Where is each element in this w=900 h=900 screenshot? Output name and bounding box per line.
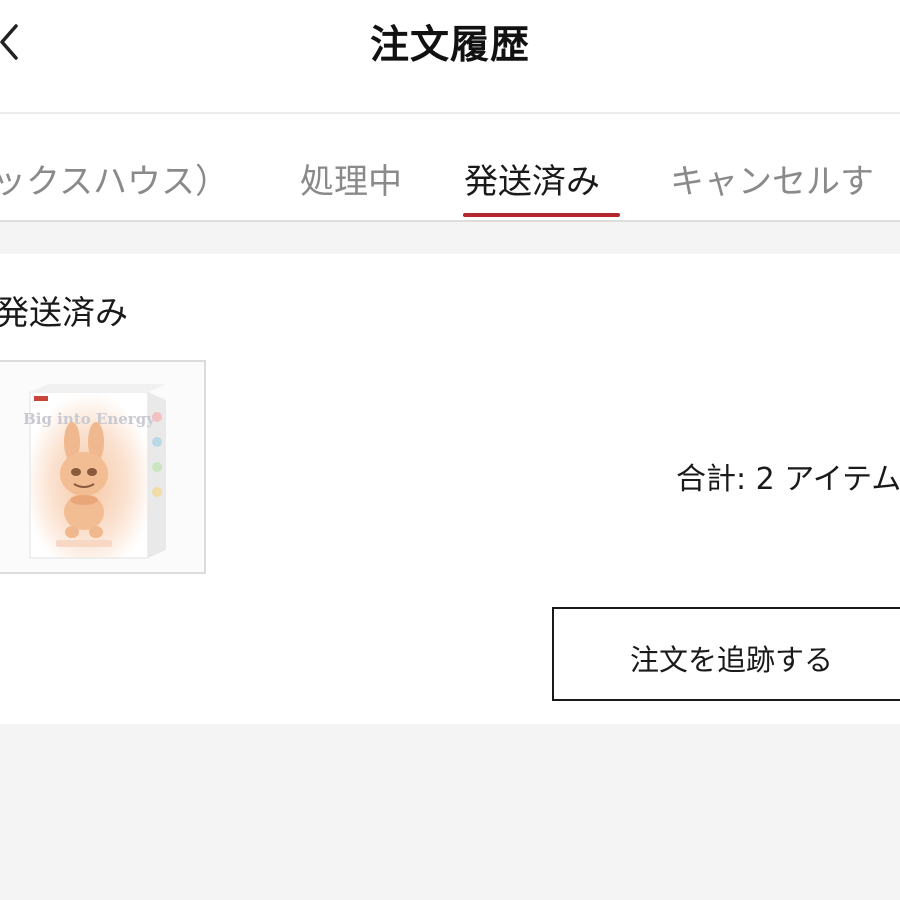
active-tab-indicator: [463, 213, 620, 217]
order-total: 合計: 2 アイテム: [676, 462, 900, 497]
status-tabs: ックスハウス） 処理中 発送済み キャンセルす: [0, 114, 900, 222]
order-status: 発送済み: [0, 293, 128, 332]
tab-cancelled[interactable]: キャンセルす: [670, 154, 874, 203]
page-title: 注文履歴: [369, 23, 530, 68]
tab-box-house[interactable]: ックスハウス）: [0, 154, 229, 203]
track-order-label: 注文を追跡する: [630, 643, 834, 677]
track-order-button[interactable]: 注文を追跡する: [552, 607, 900, 701]
tab-processing[interactable]: 処理中: [300, 154, 402, 203]
tab-shipped[interactable]: 発送済み: [464, 154, 600, 203]
product-box-image: Big into Energy: [23, 384, 166, 559]
order-history-screen: 注文履歴 ックスハウス） 処理中 発送済み キャンセルす 発送済み Big in…: [0, 0, 900, 900]
product-box-title: Big into Energy: [23, 410, 156, 428]
header-bar: 注文履歴: [0, 0, 900, 114]
order-card: 発送済み Big into Energy 合計: 2 アイテム 注文を追跡する: [0, 254, 900, 724]
product-thumbnail[interactable]: Big into Energy: [0, 360, 206, 574]
